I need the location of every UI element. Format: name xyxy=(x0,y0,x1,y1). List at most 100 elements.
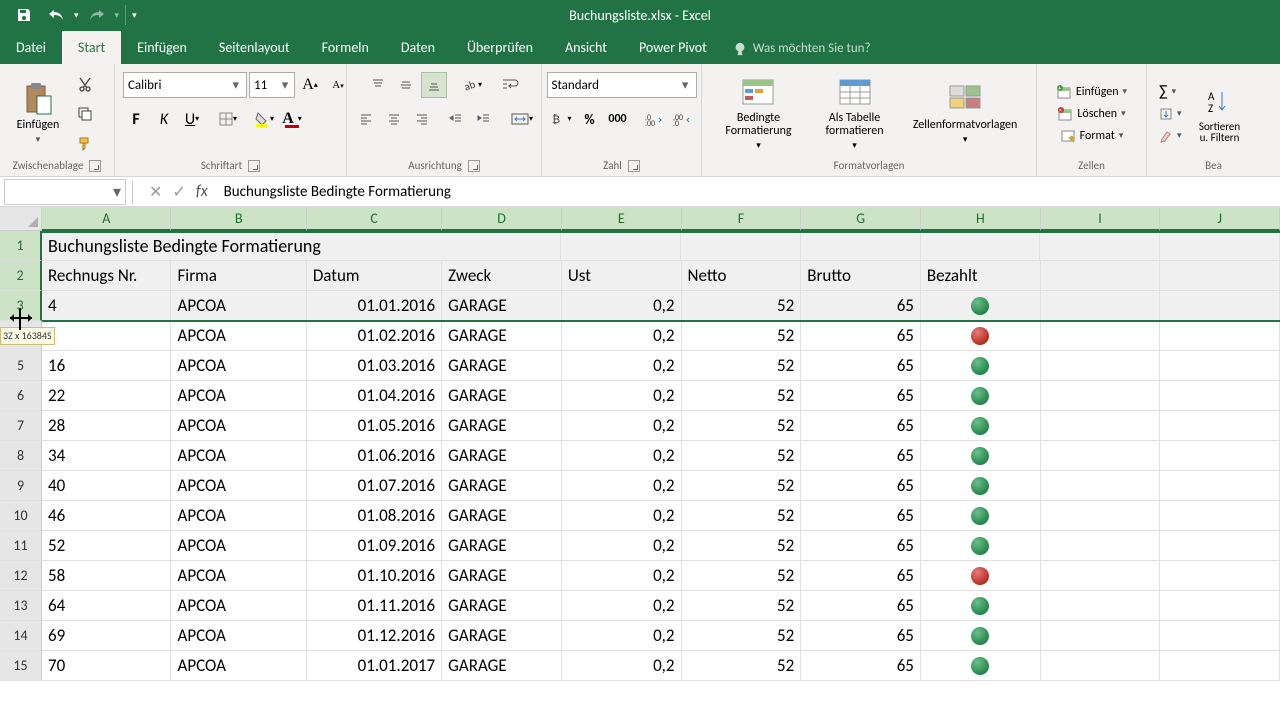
cell-F12[interactable]: 52 xyxy=(682,561,802,591)
cell-E14[interactable]: 0,2 xyxy=(562,621,682,651)
cell-G1[interactable] xyxy=(801,231,921,261)
decrease-decimal-button[interactable]: ,00,0 xyxy=(669,106,695,132)
align-middle-button[interactable] xyxy=(393,72,419,98)
cell-E4[interactable]: 0,2 xyxy=(562,321,682,351)
tab-start[interactable]: Start xyxy=(62,31,121,64)
cell-E5[interactable]: 0,2 xyxy=(562,351,682,381)
cell-E15[interactable]: 0,2 xyxy=(562,651,682,681)
accounting-button[interactable]: ₿▾ xyxy=(549,106,575,132)
row-header-1[interactable]: 1 xyxy=(0,231,42,261)
cell-B8[interactable]: APCOA xyxy=(171,441,306,471)
cell-A4[interactable] xyxy=(42,321,171,351)
insert-cells-button[interactable]: +Einfügen▾ xyxy=(1052,82,1131,102)
cell-I14[interactable] xyxy=(1041,621,1161,651)
percent-button[interactable]: % xyxy=(577,106,603,132)
cell-G4[interactable]: 65 xyxy=(801,321,921,351)
cell-G9[interactable]: 65 xyxy=(801,471,921,501)
cell-G2[interactable]: Brutto xyxy=(801,261,921,291)
cell-C13[interactable]: 01.11.2016 xyxy=(307,591,442,621)
cell-C11[interactable]: 01.09.2016 xyxy=(307,531,442,561)
cell-H10[interactable] xyxy=(921,501,1041,531)
font-name-combo[interactable]: ▾ xyxy=(123,72,247,98)
cell-F9[interactable]: 52 xyxy=(682,471,802,501)
cell-E10[interactable]: 0,2 xyxy=(562,501,682,531)
cell-H4[interactable] xyxy=(921,321,1041,351)
cell-G7[interactable]: 65 xyxy=(801,411,921,441)
cell-I4[interactable] xyxy=(1041,321,1161,351)
cell-C9[interactable]: 01.07.2016 xyxy=(307,471,442,501)
cell-I10[interactable] xyxy=(1041,501,1161,531)
cell-A15[interactable]: 70 xyxy=(42,651,171,681)
cell-B15[interactable]: APCOA xyxy=(171,651,306,681)
undo-button[interactable] xyxy=(42,2,70,28)
font-color-button[interactable]: A▾ xyxy=(279,106,305,132)
cell-D6[interactable]: GARAGE xyxy=(442,381,562,411)
cell-C10[interactable]: 01.08.2016 xyxy=(307,501,442,531)
row-header-7[interactable]: 7 xyxy=(0,411,42,441)
cell-J13[interactable] xyxy=(1160,591,1280,621)
cancel-formula-icon[interactable]: ✕ xyxy=(149,182,162,202)
cell-H6[interactable] xyxy=(921,381,1041,411)
align-dialog-launcher[interactable] xyxy=(468,160,480,172)
cell-J14[interactable] xyxy=(1160,621,1280,651)
format-as-table-button[interactable]: Als Tabelle formatieren▾ xyxy=(811,72,898,155)
cell-B14[interactable]: APCOA xyxy=(171,621,306,651)
tab-datei[interactable]: Datei xyxy=(0,31,62,64)
cell-C6[interactable]: 01.04.2016 xyxy=(307,381,442,411)
cell-C15[interactable]: 01.01.2017 xyxy=(307,651,442,681)
tab-seitenlayout[interactable]: Seitenlayout xyxy=(203,31,306,64)
bold-button[interactable]: F xyxy=(123,106,149,132)
cell-B2[interactable]: Firma xyxy=(171,261,306,291)
autosum-button[interactable]: ∑▾ xyxy=(1155,82,1186,102)
cell-C12[interactable]: 01.10.2016 xyxy=(307,561,442,591)
cell-B7[interactable]: APCOA xyxy=(171,411,306,441)
cell-E3[interactable]: 0,2 xyxy=(562,291,682,321)
cell-D8[interactable]: GARAGE xyxy=(442,441,562,471)
cell-J2[interactable] xyxy=(1160,261,1280,291)
cell-D9[interactable]: GARAGE xyxy=(442,471,562,501)
column-header-F[interactable]: F xyxy=(682,207,802,231)
cell-G14[interactable]: 65 xyxy=(801,621,921,651)
cell-J12[interactable] xyxy=(1160,561,1280,591)
cell-I5[interactable] xyxy=(1041,351,1161,381)
cell-F3[interactable]: 52 xyxy=(682,291,802,321)
align-center-button[interactable] xyxy=(381,106,407,132)
cell-G13[interactable]: 65 xyxy=(801,591,921,621)
cell-J10[interactable] xyxy=(1160,501,1280,531)
clipboard-dialog-launcher[interactable] xyxy=(89,160,101,172)
cell-J15[interactable] xyxy=(1160,651,1280,681)
cell-B13[interactable]: APCOA xyxy=(171,591,306,621)
cell-H2[interactable]: Bezahlt xyxy=(921,261,1041,291)
column-header-H[interactable]: H xyxy=(921,207,1041,231)
cell-D10[interactable]: GARAGE xyxy=(442,501,562,531)
row-header-8[interactable]: 8 xyxy=(0,441,42,471)
fill-button[interactable]: ▾ xyxy=(1155,104,1186,124)
cell-F13[interactable]: 52 xyxy=(682,591,802,621)
save-button[interactable] xyxy=(10,2,38,28)
column-header-I[interactable]: I xyxy=(1041,207,1161,231)
cell-H1[interactable] xyxy=(921,231,1041,261)
row-header-3[interactable]: 3 xyxy=(0,291,42,321)
cell-J7[interactable] xyxy=(1160,411,1280,441)
cell-C5[interactable]: 01.03.2016 xyxy=(307,351,442,381)
cell-A14[interactable]: 69 xyxy=(42,621,171,651)
cell-J4[interactable] xyxy=(1160,321,1280,351)
cell-F7[interactable]: 52 xyxy=(682,411,802,441)
cell-G15[interactable]: 65 xyxy=(801,651,921,681)
redo-button[interactable] xyxy=(83,2,111,28)
align-bottom-button[interactable] xyxy=(421,72,447,98)
orientation-button[interactable]: ab▾ xyxy=(459,72,485,98)
cell-B10[interactable]: APCOA xyxy=(171,501,306,531)
align-right-button[interactable] xyxy=(409,106,435,132)
cell-H11[interactable] xyxy=(921,531,1041,561)
sort-filter-button[interactable]: AZ Sortieren u. Filtern xyxy=(1190,81,1250,147)
cell-B5[interactable]: APCOA xyxy=(171,351,306,381)
cell-J11[interactable] xyxy=(1160,531,1280,561)
cell-D15[interactable]: GARAGE xyxy=(442,651,562,681)
row-header-11[interactable]: 11 xyxy=(0,531,42,561)
paste-button[interactable]: Einfügen ▾ xyxy=(8,78,68,149)
cell-D13[interactable]: GARAGE xyxy=(442,591,562,621)
font-dialog-launcher[interactable] xyxy=(248,160,260,172)
row-header-6[interactable]: 6 xyxy=(0,381,42,411)
cell-J5[interactable] xyxy=(1160,351,1280,381)
